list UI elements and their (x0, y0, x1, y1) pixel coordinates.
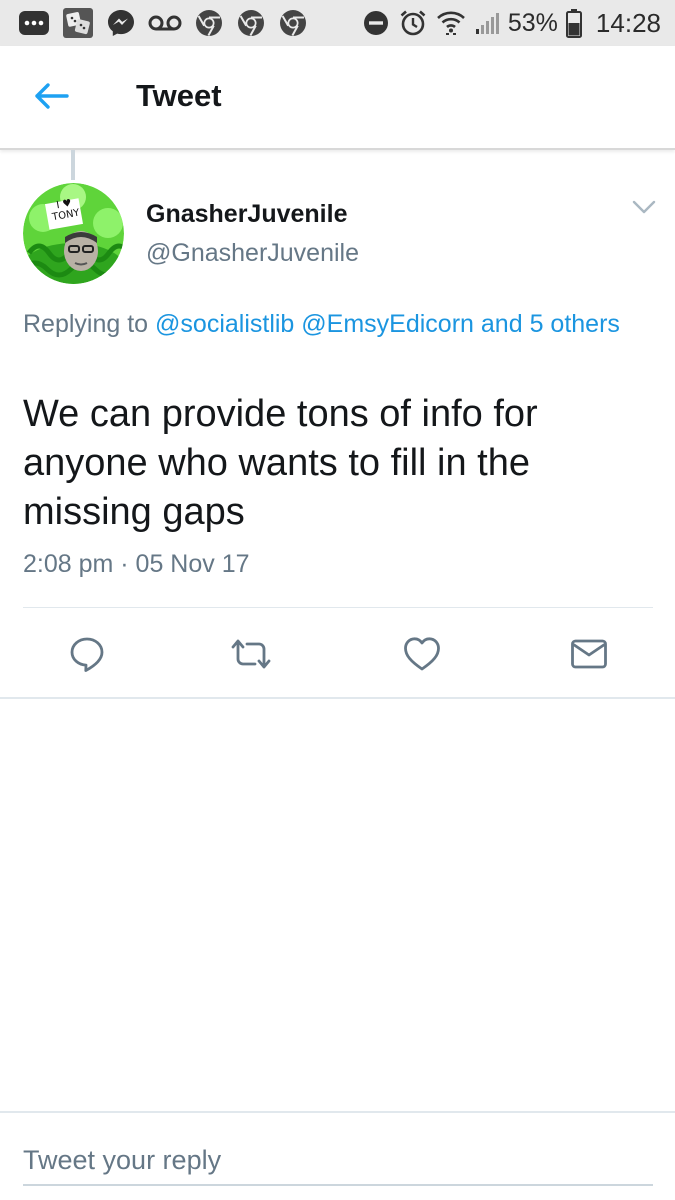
chrome-icon (236, 8, 266, 38)
page-title: Tweet (136, 78, 222, 113)
direct-message-button[interactable] (561, 628, 617, 684)
author-handle[interactable]: @GnasherJuvenile (146, 239, 359, 268)
more-dots-icon (18, 10, 50, 36)
mention-link[interactable]: @EmsyEdicorn (301, 310, 474, 338)
status-bar-notifications (18, 6, 308, 40)
chrome-icon (194, 8, 224, 38)
others-link[interactable]: and 5 others (481, 310, 620, 338)
chevron-down-icon (632, 200, 656, 219)
mention-link[interactable]: @socialistlib (155, 310, 294, 338)
replying-to: Replying to @socialistlib @EmsyEdicorn a… (23, 306, 643, 343)
heart-icon (403, 636, 441, 677)
back-button[interactable] (28, 78, 74, 118)
divider (0, 1111, 675, 1113)
status-bar: 53% 14:28 (0, 0, 675, 46)
chrome-icon (278, 8, 308, 38)
dice-app-icon (62, 7, 94, 39)
voicemail-icon (148, 13, 182, 33)
status-bar-system: 53% 14:28 (362, 6, 661, 40)
divider (23, 607, 653, 608)
divider (0, 697, 675, 699)
arrow-left-icon (33, 82, 69, 115)
replying-prefix: Replying to (23, 310, 149, 338)
like-button[interactable] (394, 628, 450, 684)
app-header: Tweet (0, 46, 675, 150)
battery-percent: 53% (507, 8, 558, 37)
envelope-icon (570, 638, 608, 675)
status-time: 14:28 (595, 7, 661, 38)
thread-connector-line (71, 150, 75, 180)
tweet-text: We can provide tons of info for anyone w… (23, 393, 538, 533)
wifi-icon (436, 9, 466, 37)
tweet-timestamp: 2:08 pm · 05 Nov 17 (23, 550, 250, 578)
reply-button[interactable] (59, 628, 115, 684)
messenger-icon (106, 8, 136, 38)
retweet-icon (229, 637, 273, 676)
do-not-disturb-icon (362, 9, 390, 37)
retweet-button[interactable] (223, 628, 279, 684)
reply-icon (68, 635, 106, 678)
alarm-icon (398, 8, 428, 38)
tweet-actions (0, 628, 675, 684)
reply-input[interactable] (23, 1136, 653, 1186)
author-display-name[interactable]: GnasherJuvenile (146, 200, 347, 229)
signal-icon (474, 10, 500, 36)
battery-icon (565, 8, 582, 38)
tweet-menu-button[interactable] (628, 198, 660, 220)
